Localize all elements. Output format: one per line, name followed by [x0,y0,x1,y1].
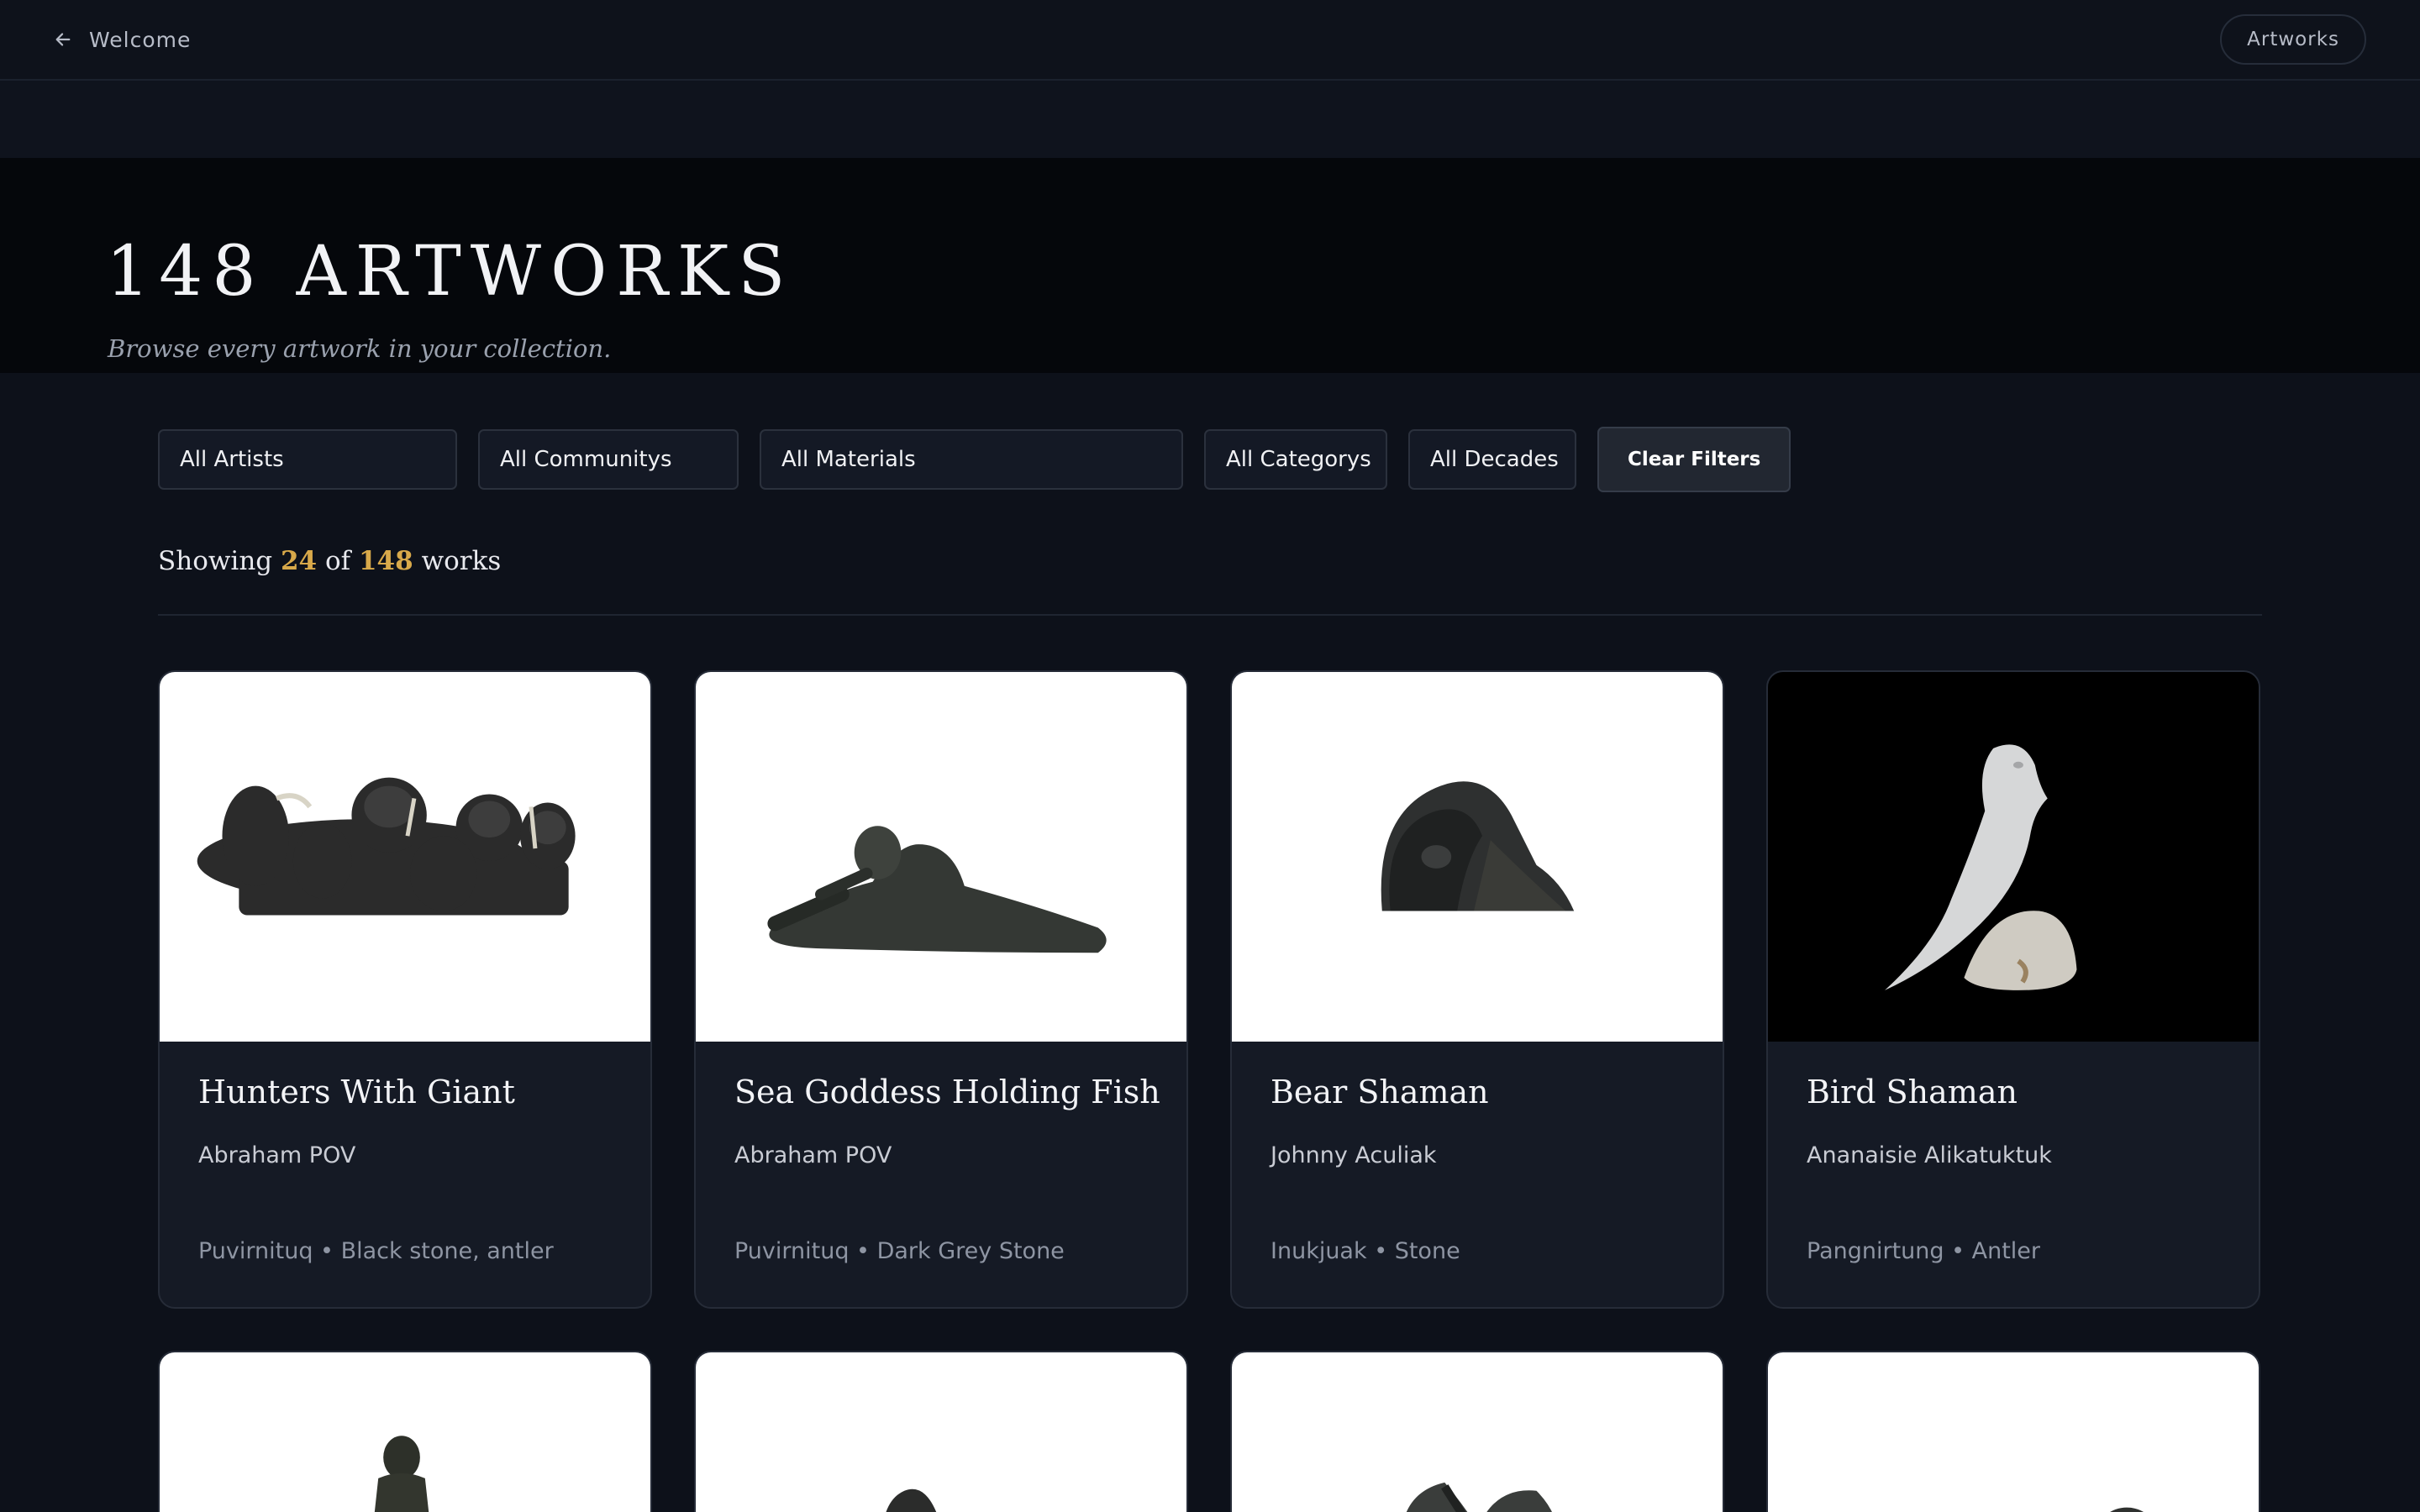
arrow-left-icon [55,33,71,46]
artwork-artist: Abraham POV [734,1142,892,1168]
results-prefix: Showing [158,546,273,576]
top-bar: Welcome Artworks [0,0,2420,81]
sculpture-group-image [197,777,576,916]
sub-bar [0,81,2420,158]
artwork-card[interactable] [1766,1351,2260,1512]
artwork-card[interactable] [1230,1351,1724,1512]
bear-shaman-sculpture-image [1381,781,1575,911]
artwork-artist: Ananaisie Alikatuktuk [1807,1142,2052,1168]
results-count: Showing 24 of 148 works [158,546,501,576]
artwork-image [696,672,1186,1042]
artworks-nav-button[interactable]: Artworks [2220,14,2366,65]
results-total: 148 [358,546,413,576]
back-link[interactable]: Welcome [54,28,191,52]
artwork-artist: Abraham POV [198,1142,356,1168]
artwork-card[interactable] [694,1351,1188,1512]
artwork-meta: Pangnirtung • Antler [1807,1238,2041,1264]
bird-shaman-sculpture-image [1885,744,2077,990]
artwork-image [1768,1352,2259,1512]
artwork-image [1768,672,2259,1042]
artwork-meta: Puvirnituq • Dark Grey Stone [734,1238,1065,1264]
clear-filters-button[interactable]: Clear Filters [1597,427,1791,492]
category-filter-select[interactable]: All Categorys [1204,429,1387,490]
artwork-card[interactable] [158,1351,652,1512]
divider [158,614,2262,616]
bird-sculpture-image [1406,1482,1552,1512]
artwork-image [160,1352,650,1512]
filter-bar: All Artists All Communitys All Materials… [158,427,1791,492]
artwork-card[interactable]: Bird Shaman Ananaisie Alikatuktuk Pangni… [1766,670,2260,1309]
artwork-title: Sea Goddess Holding Fish [734,1074,1160,1110]
artwork-meta: Puvirnituq • Black stone, antler [198,1238,554,1264]
artwork-image [696,1352,1186,1512]
artwork-artist: Johnny Aculiak [1270,1142,1437,1168]
artwork-image [1232,1352,1723,1512]
artwork-card[interactable]: Sea Goddess Holding Fish Abraham POV Puv… [694,670,1188,1309]
artwork-image [160,672,650,1042]
page-title: 148 ARTWORKS [106,232,795,312]
artwork-card[interactable]: Bear Shaman Johnny Aculiak Inukjuak • St… [1230,670,1724,1309]
artwork-meta: Inukjuak • Stone [1270,1238,1460,1264]
page-subtitle: Browse every artwork in your collection. [108,334,612,363]
artwork-card[interactable]: Hunters With Giant Abraham POV Puvirnitu… [158,670,652,1309]
artwork-title: Hunters With Giant [198,1074,515,1110]
artist-filter-select[interactable]: All Artists [158,429,457,490]
sea-goddess-sculpture-image [767,826,1107,953]
reclining-figure-sculpture-image [2110,1507,2144,1512]
back-link-label: Welcome [89,27,192,52]
page-header: 148 ARTWORKS Browse every artwork in you… [0,158,2420,373]
results-shown: 24 [280,546,318,576]
figure-sculpture-image [886,1488,937,1512]
results-suffix: works [421,546,502,576]
results-of: of [324,546,351,576]
decade-filter-select[interactable]: All Decades [1408,429,1576,490]
artwork-title: Bear Shaman [1270,1074,1489,1110]
artwork-title: Bird Shaman [1807,1074,2018,1110]
artwork-image [1232,672,1723,1042]
material-filter-select[interactable]: All Materials [760,429,1183,490]
standing-figure-sculpture-image [374,1436,429,1512]
community-filter-select[interactable]: All Communitys [478,429,739,490]
